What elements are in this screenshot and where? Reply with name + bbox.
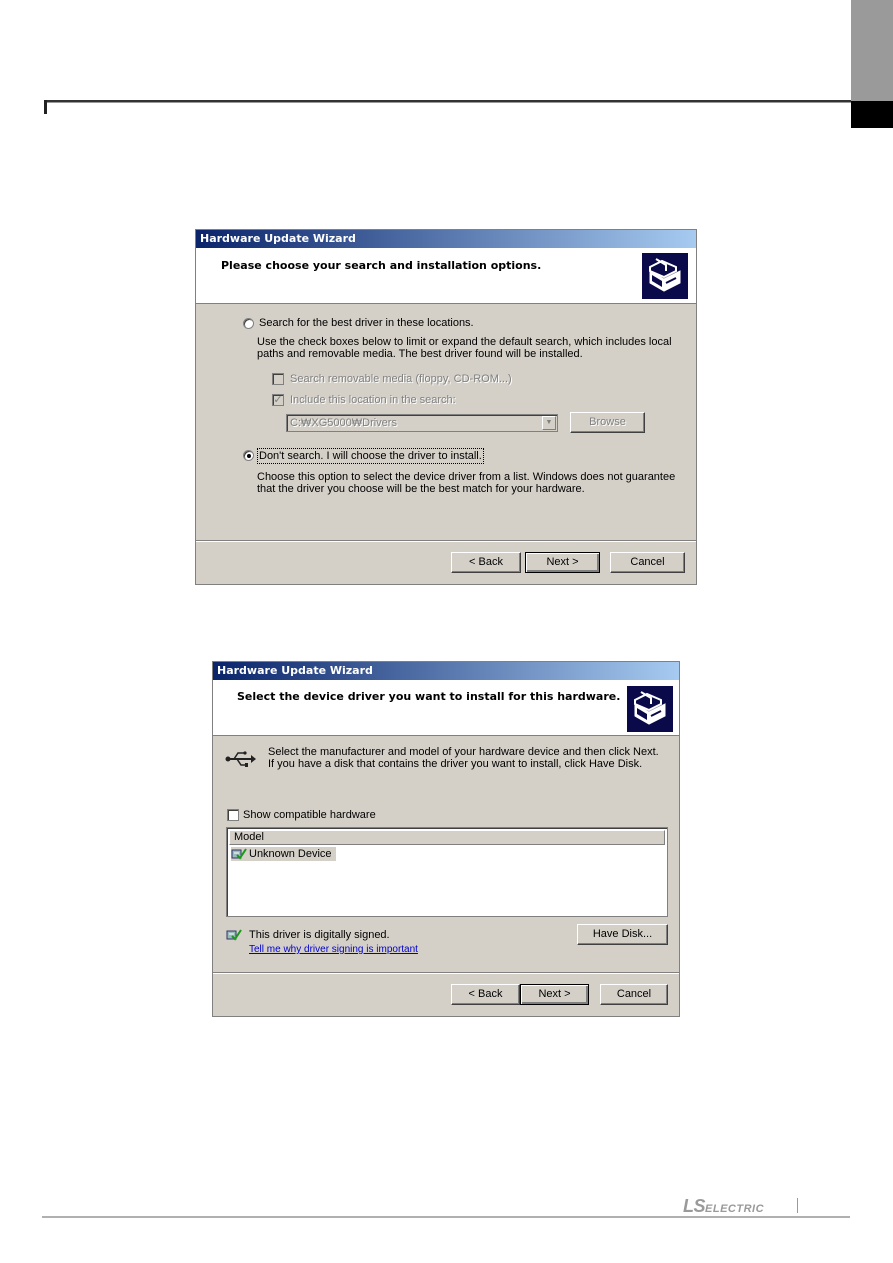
back-button[interactable]: < Back	[451, 552, 521, 573]
cancel-button[interactable]: Cancel	[610, 552, 685, 573]
driver-signing-link[interactable]: Tell me why driver signing is important	[249, 944, 418, 955]
column-header-model[interactable]: Model	[229, 830, 665, 845]
wizard-dialog-select-driver: Hardware Update Wizard Select the device…	[212, 661, 680, 1017]
radio-dont-search-label[interactable]: Don't search. I will choose the driver t…	[257, 448, 484, 464]
cancel-button[interactable]: Cancel	[600, 984, 668, 1005]
model-list[interactable]: Model Unknown Device	[226, 827, 668, 917]
chevron-down-icon[interactable]: ▼	[542, 416, 556, 430]
checkbox-search-removable[interactable]	[272, 373, 284, 385]
title-bar: Hardware Update Wizard	[213, 662, 679, 680]
location-path-combobox[interactable]: C:₩XG5000₩Drivers ▼	[286, 414, 558, 432]
search-description: Use the check boxes below to limit or ex…	[257, 336, 672, 360]
browse-button[interactable]: Browse	[570, 412, 645, 433]
list-item[interactable]: Unknown Device	[231, 847, 336, 861]
usb-icon	[225, 750, 257, 771]
header-banner: Please choose your search and installati…	[196, 248, 696, 304]
signed-status-text: This driver is digitally signed.	[249, 929, 390, 941]
instruction-text: Select the manufacturer and model of you…	[268, 746, 659, 770]
checkbox-show-compatible[interactable]	[227, 809, 239, 821]
chapter-tab	[851, 0, 893, 101]
checkbox-show-compatible-label[interactable]: Show compatible hardware	[243, 809, 376, 821]
dont-search-description: Choose this option to select the device …	[257, 471, 676, 495]
logo-sub-text: ELECTRIC	[705, 1203, 765, 1215]
hardware-wizard-icon	[627, 686, 673, 732]
footer-divider	[797, 1198, 798, 1213]
location-path-value: C:₩XG5000₩Drivers	[290, 417, 397, 429]
signed-driver-icon	[231, 848, 247, 860]
header-rule	[44, 100, 851, 103]
logo-main-text: LS	[683, 1196, 706, 1216]
list-item-label: Unknown Device	[249, 848, 332, 860]
radio-search-locations[interactable]	[243, 318, 254, 329]
checkbox-include-location-label[interactable]: Include this location in the search:	[290, 394, 456, 406]
page-heading: Select the device driver you want to ins…	[237, 690, 621, 703]
next-button[interactable]: Next >	[520, 984, 589, 1005]
button-separator	[196, 540, 696, 542]
hardware-wizard-icon	[642, 253, 688, 299]
header-corner-mark	[44, 100, 47, 114]
next-button[interactable]: Next >	[525, 552, 600, 573]
back-button[interactable]: < Back	[451, 984, 520, 1005]
header-banner: Select the device driver you want to ins…	[213, 680, 679, 736]
radio-search-locations-label[interactable]: Search for the best driver in these loca…	[259, 317, 474, 329]
radio-dont-search[interactable]	[243, 450, 254, 461]
title-bar: Hardware Update Wizard	[196, 230, 696, 248]
signed-driver-icon	[226, 928, 242, 945]
radio-selected-dot	[247, 454, 251, 458]
page-heading: Please choose your search and installati…	[221, 259, 542, 272]
wizard-dialog-search-options: Hardware Update Wizard Please choose you…	[195, 229, 697, 585]
chapter-tab-marker	[851, 101, 893, 128]
have-disk-button[interactable]: Have Disk...	[577, 924, 668, 945]
button-separator	[213, 972, 679, 974]
checkbox-include-location[interactable]: ✓	[272, 394, 284, 406]
checkbox-search-removable-label[interactable]: Search removable media (floppy, CD-ROM..…	[290, 373, 512, 385]
ls-electric-logo: LSELECTRIC	[683, 1196, 764, 1217]
